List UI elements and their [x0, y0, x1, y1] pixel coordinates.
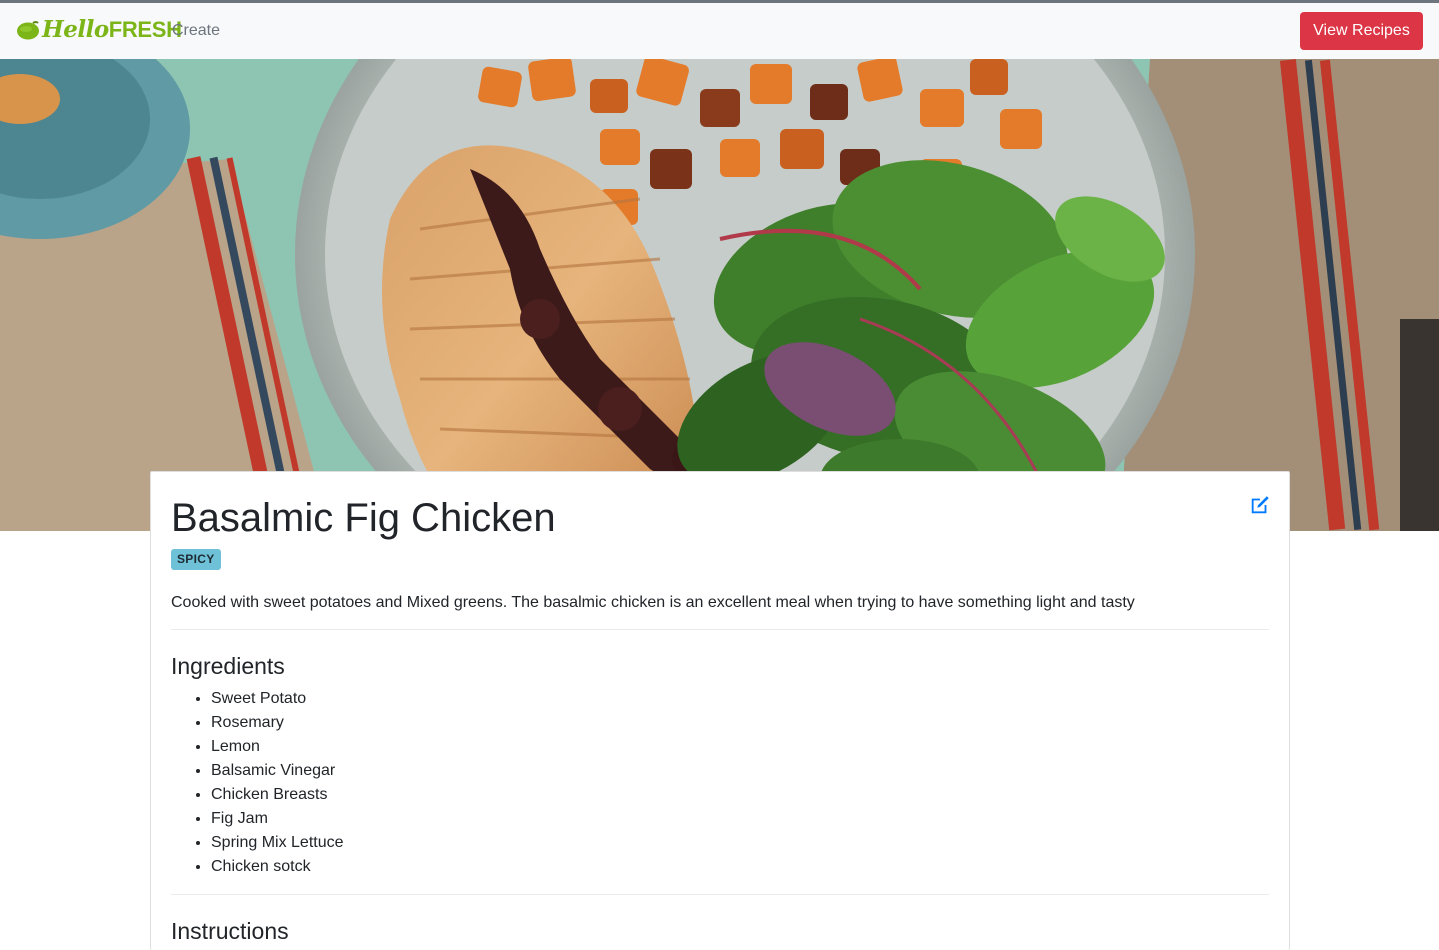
instructions-heading: Instructions — [171, 918, 289, 944]
recipe-photo — [0, 59, 1439, 531]
view-recipes-button[interactable]: View Recipes — [1300, 12, 1423, 50]
nav-create-link[interactable]: Create — [172, 20, 220, 42]
ingredient-item: Chicken sotck — [211, 855, 344, 879]
recipe-title: Basalmic Fig Chicken — [171, 496, 556, 540]
brand-logo[interactable]: HelloFRESH — [16, 16, 182, 44]
edit-icon[interactable] — [1249, 494, 1271, 516]
ingredient-item: Chicken Breasts — [211, 783, 344, 807]
ingredient-item: Rosemary — [211, 711, 344, 735]
ingredient-item: Balsamic Vinegar — [211, 759, 344, 783]
recipe-card: Basalmic Fig Chicken SPICY Cooked with s… — [150, 471, 1290, 950]
ingredients-heading: Ingredients — [171, 653, 285, 679]
navbar: HelloFRESH Create View Recipes — [0, 3, 1439, 59]
hero-image — [0, 59, 1439, 531]
recipe-tag-badge: SPICY — [171, 549, 221, 570]
lime-icon — [17, 21, 39, 40]
ingredient-item: Spring Mix Lettuce — [211, 831, 344, 855]
brand-hello: Hello — [42, 16, 109, 43]
ingredient-item: Lemon — [211, 735, 344, 759]
brand-fresh: FRESH — [108, 17, 182, 42]
recipe-description: Cooked with sweet potatoes and Mixed gre… — [171, 594, 1135, 611]
brand-wordmark: HelloFRESH — [42, 16, 182, 44]
ingredients-list: Sweet Potato Rosemary Lemon Balsamic Vin… — [211, 687, 344, 879]
divider — [171, 629, 1269, 630]
ingredient-item: Sweet Potato — [211, 687, 344, 711]
ingredient-item: Fig Jam — [211, 807, 344, 831]
divider — [171, 894, 1269, 895]
